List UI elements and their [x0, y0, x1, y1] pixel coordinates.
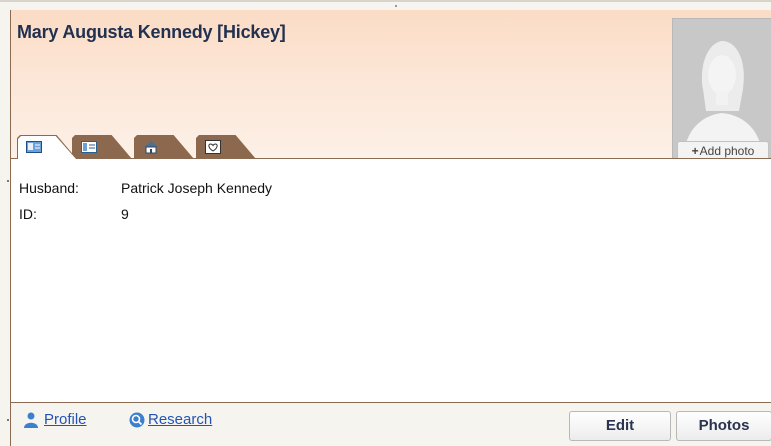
house-icon — [144, 141, 158, 154]
heart-image-icon — [205, 140, 221, 154]
side-marker — [7, 180, 9, 182]
resize-grip[interactable] — [395, 5, 397, 7]
person-name: Mary Augusta Kennedy [Hickey] — [17, 22, 286, 42]
id-value: 9 — [121, 206, 129, 222]
overview-panel: Husband: Patrick Joseph Kennedy ID: 9 — [11, 159, 771, 403]
research-link[interactable]: Research — [148, 411, 212, 428]
person-header: Mary Augusta Kennedy [Hickey] +Add photo — [11, 10, 771, 163]
id-card-icon — [26, 141, 42, 153]
plus-icon: + — [691, 144, 699, 158]
husband-label: Husband: — [19, 180, 79, 196]
tab-overview[interactable] — [17, 135, 77, 159]
window-top-border — [0, 0, 771, 2]
research-icon — [129, 412, 145, 428]
edit-button[interactable]: Edit — [569, 411, 671, 441]
details-icon — [81, 141, 97, 153]
husband-value[interactable]: Patrick Joseph Kennedy — [121, 180, 272, 196]
card-footer: Profile Research Edit Photos — [11, 406, 771, 446]
person-card: Mary Augusta Kennedy [Hickey] +Add photo — [10, 10, 771, 446]
profile-link[interactable]: Profile — [44, 411, 87, 428]
tab-places[interactable] — [134, 135, 194, 159]
photo-placeholder[interactable]: +Add photo — [672, 18, 771, 163]
add-photo-label: Add photo — [699, 144, 755, 158]
person-icon — [24, 412, 38, 428]
photos-button[interactable]: Photos — [676, 411, 771, 441]
side-marker — [7, 419, 9, 421]
id-label: ID: — [19, 206, 37, 222]
tab-details[interactable] — [72, 135, 132, 159]
tab-media[interactable] — [196, 135, 256, 159]
